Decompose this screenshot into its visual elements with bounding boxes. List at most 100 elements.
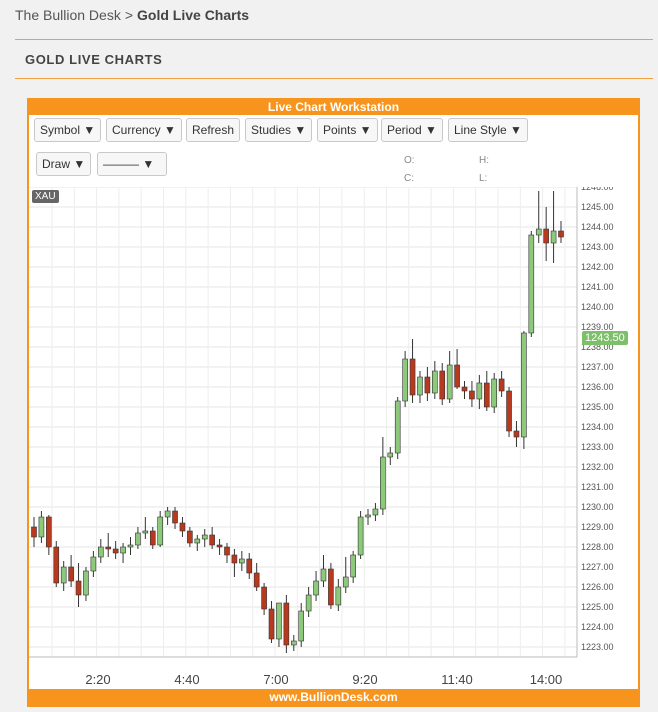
- y-tick-label: 1235.00: [581, 402, 614, 412]
- x-tick-label: 4:40: [174, 672, 199, 687]
- y-tick-label: 1230.00: [581, 502, 614, 512]
- chart-widget: Live Chart Workstation Symbol ▼ Currency…: [27, 98, 640, 707]
- candle-down: [328, 568, 334, 606]
- x-tick-label: 9:20: [352, 672, 377, 687]
- candle-up: [521, 332, 527, 438]
- candle-down: [461, 386, 468, 392]
- candle-down: [31, 526, 37, 538]
- candle-down: [454, 364, 460, 388]
- candle-up: [164, 510, 171, 518]
- candle-down: [112, 548, 119, 554]
- candle-up: [320, 568, 327, 582]
- candle-down: [261, 586, 267, 610]
- breadcrumb-current: Gold Live Charts: [137, 7, 250, 23]
- candle-down: [543, 228, 549, 244]
- symbol-dropdown[interactable]: Symbol ▼: [34, 118, 102, 142]
- line-style-dropdown[interactable]: Line Style ▼: [448, 118, 528, 142]
- candle-down: [172, 510, 178, 524]
- y-tick-label: 1243.00: [581, 242, 614, 252]
- candle-down: [179, 522, 186, 532]
- ohlc-high-label: H:: [479, 155, 489, 166]
- breadcrumb-home-link[interactable]: The Bullion Desk: [15, 7, 121, 23]
- draw-dropdown[interactable]: Draw ▼: [36, 152, 92, 176]
- candle-down: [187, 530, 193, 544]
- candle-up: [298, 610, 305, 642]
- candle-down: [75, 580, 82, 596]
- candle-up: [335, 586, 342, 606]
- candle-up: [60, 566, 67, 584]
- ohlc-low-label: L:: [479, 173, 488, 184]
- candle-up: [194, 538, 201, 544]
- y-tick-label: 1231.00: [581, 482, 614, 492]
- candle-down: [558, 230, 564, 238]
- y-tick-label: 1246.00: [581, 187, 614, 192]
- candle-down: [246, 558, 253, 574]
- period-dropdown[interactable]: Period ▼: [381, 118, 443, 142]
- candle-down: [253, 572, 260, 588]
- y-tick-label: 1241.00: [581, 282, 614, 292]
- candle-down: [68, 566, 74, 582]
- ohlc-close-label: C:: [404, 173, 414, 184]
- candle-up: [120, 546, 126, 554]
- candle-up: [535, 228, 542, 236]
- y-tick-label: 1237.00: [581, 362, 614, 372]
- y-tick-label: 1236.00: [581, 382, 614, 392]
- breadcrumb-separator: >: [124, 7, 134, 23]
- currency-dropdown[interactable]: Currency ▼: [106, 118, 182, 142]
- candle-up: [127, 544, 134, 548]
- line-type-select[interactable]: ——— ▼: [97, 152, 167, 176]
- candle-up: [380, 456, 386, 510]
- y-tick-label: 1233.00: [581, 442, 614, 452]
- widget-footer[interactable]: www.BullionDesk.com: [29, 689, 638, 705]
- candle-down: [53, 546, 60, 584]
- x-tick-label: 14:00: [530, 672, 563, 687]
- refresh-button[interactable]: Refresh: [186, 118, 241, 142]
- candle-up: [305, 594, 312, 612]
- candle-up: [142, 530, 149, 534]
- candle-up: [342, 576, 349, 588]
- page-title: GOLD LIVE CHARTS: [25, 52, 163, 67]
- candle-down: [506, 390, 512, 432]
- candle-up: [372, 508, 379, 516]
- candle-down: [46, 516, 52, 548]
- header-divider: [15, 39, 653, 40]
- candle-down: [498, 378, 505, 392]
- y-tick-label: 1227.00: [581, 562, 614, 572]
- candle-down: [409, 358, 416, 396]
- candle-up: [201, 534, 208, 540]
- candle-down: [469, 390, 475, 400]
- candle-up: [350, 554, 356, 578]
- candle-up: [98, 546, 104, 558]
- points-dropdown[interactable]: Points ▼: [317, 118, 378, 142]
- candle-down: [216, 544, 223, 548]
- candle-up: [290, 640, 297, 646]
- candle-down: [424, 376, 431, 394]
- candle-down: [209, 534, 215, 546]
- y-tick-label: 1224.00: [581, 622, 614, 632]
- candle-up: [276, 602, 282, 640]
- studies-dropdown[interactable]: Studies ▼: [245, 118, 313, 142]
- y-tick-label: 1245.00: [581, 202, 614, 212]
- current-price-tag: 1243.50: [582, 331, 628, 345]
- y-tick-label: 1229.00: [581, 522, 614, 532]
- candlestick-chart[interactable]: 1223.00 1224.00 1225.00 1226.00 1227.00 1228.…: [29, 187, 638, 687]
- widget-title: Live Chart Workstation: [29, 100, 638, 115]
- candle-up: [239, 558, 245, 564]
- price-chart[interactable]: 1223.00 1224.00 1225.00 1226.00 1227.00 1228.…: [29, 187, 638, 687]
- breadcrumb: The Bullion Desk > Gold Live Charts: [15, 7, 249, 23]
- y-tick-label: 1234.00: [581, 422, 614, 432]
- ohlc-open-label: O:: [404, 155, 415, 166]
- y-tick-label: 1228.00: [581, 542, 614, 552]
- candle-up: [528, 234, 535, 334]
- candle-up: [394, 400, 401, 454]
- candle-up: [432, 370, 438, 394]
- y-tick-label: 1240.00: [581, 302, 614, 312]
- candle-up: [83, 570, 89, 596]
- candle-up: [417, 376, 423, 396]
- candle-down: [513, 430, 520, 438]
- candle-up: [38, 516, 45, 538]
- candle-up: [90, 556, 97, 572]
- candle-up: [365, 514, 371, 518]
- symbol-badge: XAU: [32, 190, 59, 203]
- candle-down: [105, 546, 112, 550]
